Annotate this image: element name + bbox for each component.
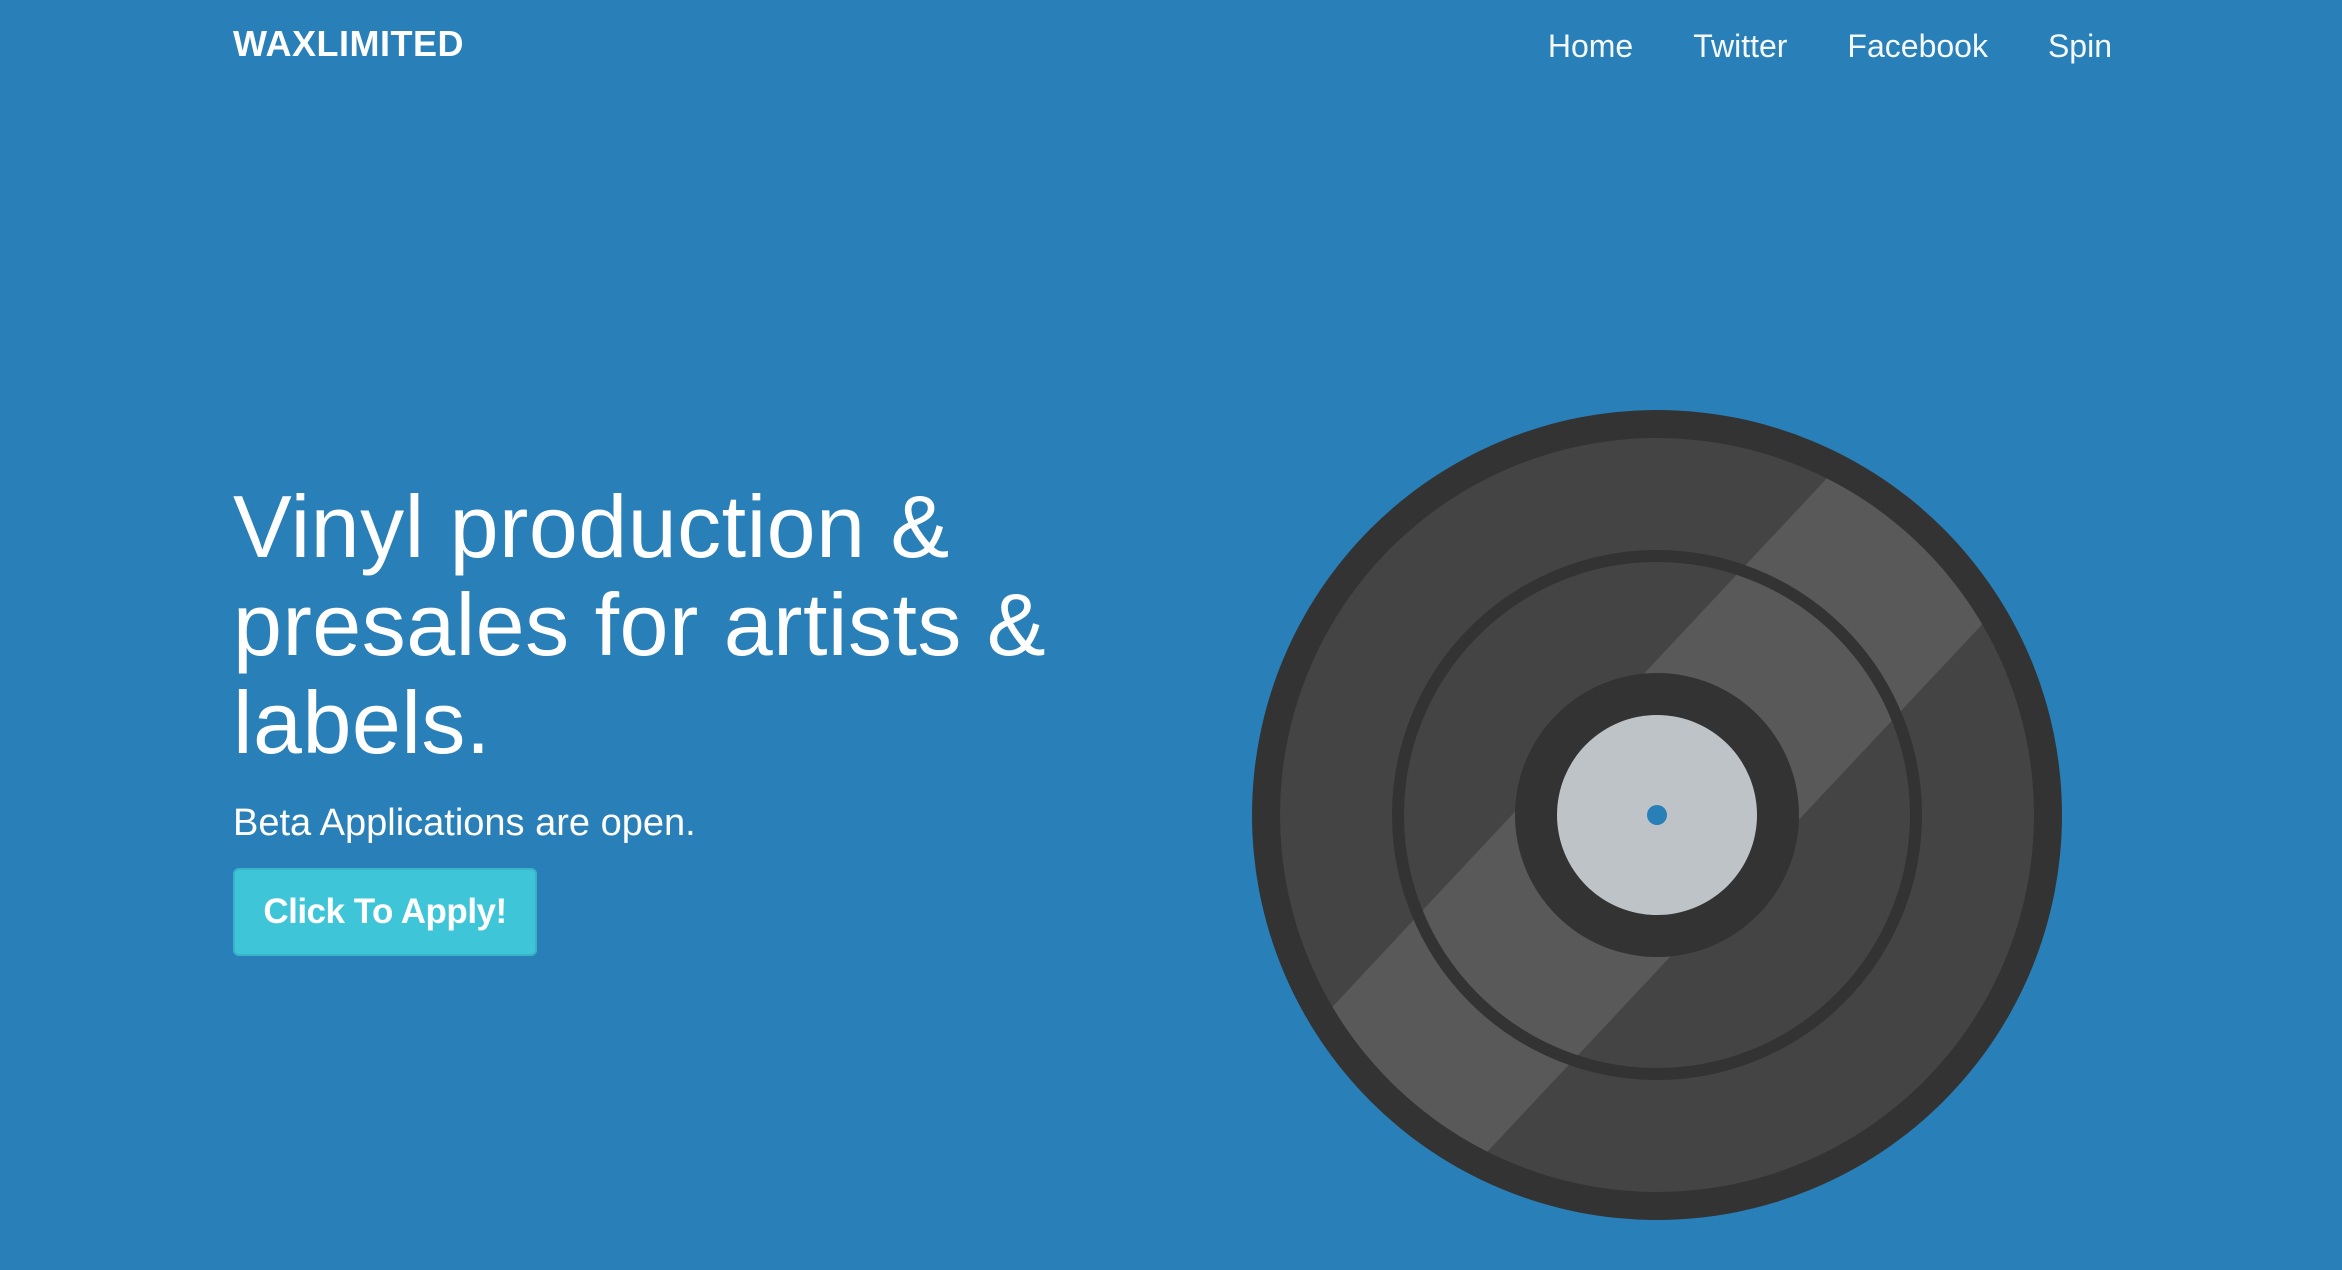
brand-logo-link[interactable]: WAXLIMITED: [233, 26, 464, 62]
nav-link-twitter[interactable]: Twitter: [1693, 30, 1787, 62]
vinyl-record-icon: [1252, 410, 2062, 1220]
hero-subtitle: Beta Applications are open.: [233, 802, 696, 844]
hero-title: Vinyl production & presales for artists …: [233, 477, 1047, 772]
nav-link-home[interactable]: Home: [1548, 30, 1633, 62]
apply-button[interactable]: Click To Apply!: [233, 868, 537, 956]
main-nav: Home Twitter Facebook Spin: [1548, 30, 2112, 62]
record-spindle-hole: [1647, 805, 1667, 825]
top-navbar: WAXLIMITED Home Twitter Facebook Spin: [0, 0, 2342, 100]
nav-link-spin[interactable]: Spin: [2048, 30, 2112, 62]
nav-link-facebook[interactable]: Facebook: [1847, 30, 1988, 62]
vinyl-record-graphic: [1252, 410, 2062, 1220]
